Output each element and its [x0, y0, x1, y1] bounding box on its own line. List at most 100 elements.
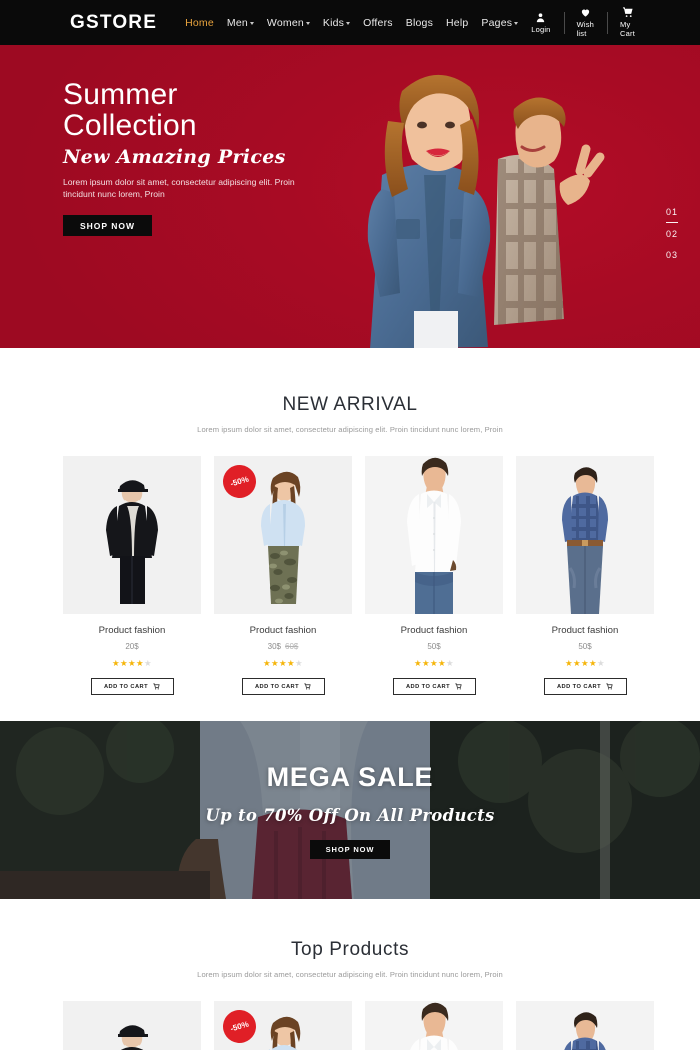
product-image-plaid-shirt — [516, 456, 654, 614]
top-products-section: Top Products Lorem ipsum dolor sit amet,… — [0, 899, 700, 1050]
product-price: 50$ — [365, 642, 503, 651]
wishlist-label: Wish list — [576, 20, 595, 38]
star-empty: ★ — [446, 658, 455, 668]
top-products-grid: -50% — [0, 1001, 700, 1050]
price-current: 50$ — [578, 642, 592, 651]
mega-sale-banner: MEGA SALE Up to 70% Off On All Products … — [0, 721, 700, 899]
nav-item-men[interactable]: Men — [227, 17, 254, 29]
price-current: 30$ — [267, 642, 281, 651]
chevron-down-icon — [249, 21, 254, 25]
nav-item-home[interactable]: Home — [185, 17, 214, 29]
nav-item-help[interactable]: Help — [446, 17, 468, 29]
price-old: 60$ — [285, 642, 299, 651]
product-price: 50$ — [516, 642, 654, 651]
product-card — [365, 1001, 503, 1050]
nav-label: Home — [185, 16, 214, 29]
model-right — [494, 97, 605, 325]
product-name: Product fashion — [249, 625, 317, 636]
nav-label: Pages — [481, 16, 513, 29]
product-card — [63, 1001, 201, 1050]
product-image-black-coat — [63, 1001, 201, 1050]
hero-paragraph: Lorem ipsum dolor sit amet, consectetur … — [63, 177, 295, 199]
cart-label: My Cart — [620, 20, 635, 38]
nav-item-blogs[interactable]: Blogs — [406, 17, 433, 29]
chevron-down-icon — [346, 21, 351, 25]
chevron-down-icon — [305, 21, 310, 25]
add-to-cart-button[interactable]: ADD TO CART — [241, 678, 325, 695]
nav-label: Help — [446, 16, 469, 29]
product-image-white-shirt — [365, 456, 503, 614]
login-button[interactable]: Login — [518, 12, 563, 34]
product-rating: ★★★★★ — [365, 658, 503, 669]
top-products-header: Top Products Lorem ipsum dolor sit amet,… — [0, 939, 700, 979]
star-empty: ★ — [144, 658, 153, 668]
hero-copy: Summer Collection New Amazing Prices Lor… — [63, 79, 393, 236]
nav-label: Kids — [322, 16, 345, 29]
product-card: -50% — [214, 1001, 352, 1050]
cart-button[interactable]: My Cart — [607, 7, 648, 38]
product-name: Product fashion — [400, 625, 468, 636]
mega-sale-shop-now-button[interactable]: SHOP NOW — [309, 839, 391, 859]
add-to-cart-label: ADD TO CART — [103, 683, 149, 690]
product-card: Product fashion 20$ ★★★★★ ADD TO CART — [63, 456, 201, 695]
hero-slider-pagination: 01 02 03 — [665, 201, 678, 265]
mega-sale-title: MEGA SALE — [266, 761, 434, 792]
product-thumbnail[interactable] — [365, 456, 503, 614]
hero-title-line2: Collection — [63, 109, 197, 142]
star-filled: ★★★★ — [111, 658, 145, 668]
product-name: Product fashion — [551, 625, 619, 636]
main-navigation: Home Men Women Kids Offers Blogs Help Pa… — [185, 16, 519, 29]
nav-item-kids[interactable]: Kids — [322, 16, 351, 29]
product-thumbnail[interactable] — [63, 456, 201, 614]
new-arrival-subtitle: Lorem ipsum dolor sit amet, consectetur … — [197, 425, 503, 434]
mega-sale-subtitle: Up to 70% Off On All Products — [205, 805, 495, 825]
add-to-cart-label: ADD TO CART — [556, 683, 602, 690]
add-to-cart-button[interactable]: ADD TO CART — [543, 678, 627, 695]
product-card: Product fashion 50$ ★★★★★ ADD TO CART — [516, 456, 654, 695]
product-thumbnail[interactable]: -50% — [214, 1001, 352, 1050]
product-image-black-coat — [63, 456, 201, 614]
nav-label: Men — [226, 16, 248, 29]
product-price: 30$ 60$ — [214, 642, 352, 651]
price-current: 20$ — [125, 642, 139, 651]
slide-indicator-03[interactable]: 03 — [666, 244, 678, 265]
product-thumbnail[interactable]: -50% — [214, 456, 352, 614]
site-header: GSTORE Home Men Women Kids Offers Blogs … — [0, 0, 700, 45]
add-to-cart-label: ADD TO CART — [405, 683, 451, 690]
brand-logo[interactable]: GSTORE — [70, 12, 161, 34]
star-filled: ★★★★ — [564, 658, 598, 668]
hero-banner: Summer Collection New Amazing Prices Lor… — [0, 45, 700, 348]
product-thumbnail[interactable] — [63, 1001, 201, 1050]
hero-title-line1: Summer — [63, 78, 178, 111]
product-rating: ★★★★★ — [214, 658, 352, 669]
product-thumbnail[interactable] — [365, 1001, 503, 1050]
user-icon — [537, 12, 545, 22]
product-price: 20$ — [63, 642, 201, 651]
hero-shop-now-button[interactable]: SHOP NOW — [63, 215, 153, 236]
cart-icon — [455, 683, 462, 690]
add-to-cart-button[interactable]: ADD TO CART — [392, 678, 476, 695]
nav-item-pages[interactable]: Pages — [481, 16, 519, 29]
header-tools: Login Wish list My Cart — [518, 7, 648, 38]
product-card: -50% Product fashion 30$ 60$ ★★★★★ ADD TO… — [214, 456, 352, 695]
product-thumbnail[interactable] — [516, 1001, 654, 1050]
product-thumbnail[interactable] — [516, 456, 654, 614]
new-arrival-section: NEW ARRIVAL Lorem ipsum dolor sit amet, … — [0, 348, 700, 695]
slide-indicator-02[interactable]: 02 — [666, 223, 678, 244]
slide-indicator-01[interactable]: 01 — [665, 201, 678, 223]
price-current: 50$ — [427, 642, 441, 651]
nav-item-women[interactable]: Women — [267, 17, 310, 29]
top-products-title: Top Products — [290, 939, 410, 960]
nav-label: Offers — [363, 16, 393, 29]
add-to-cart-label: ADD TO CART — [254, 683, 300, 690]
star-empty: ★ — [295, 658, 304, 668]
add-to-cart-button[interactable]: ADD TO CART — [90, 678, 174, 695]
nav-label: Blogs — [405, 16, 434, 29]
wishlist-button[interactable]: Wish list — [564, 7, 607, 38]
new-arrival-title: NEW ARRIVAL — [282, 394, 418, 415]
nav-label: Women — [266, 16, 304, 29]
star-filled: ★★★★ — [413, 658, 447, 668]
product-name: Product fashion — [98, 625, 166, 636]
product-rating: ★★★★★ — [63, 658, 201, 669]
nav-item-offers[interactable]: Offers — [363, 17, 393, 29]
